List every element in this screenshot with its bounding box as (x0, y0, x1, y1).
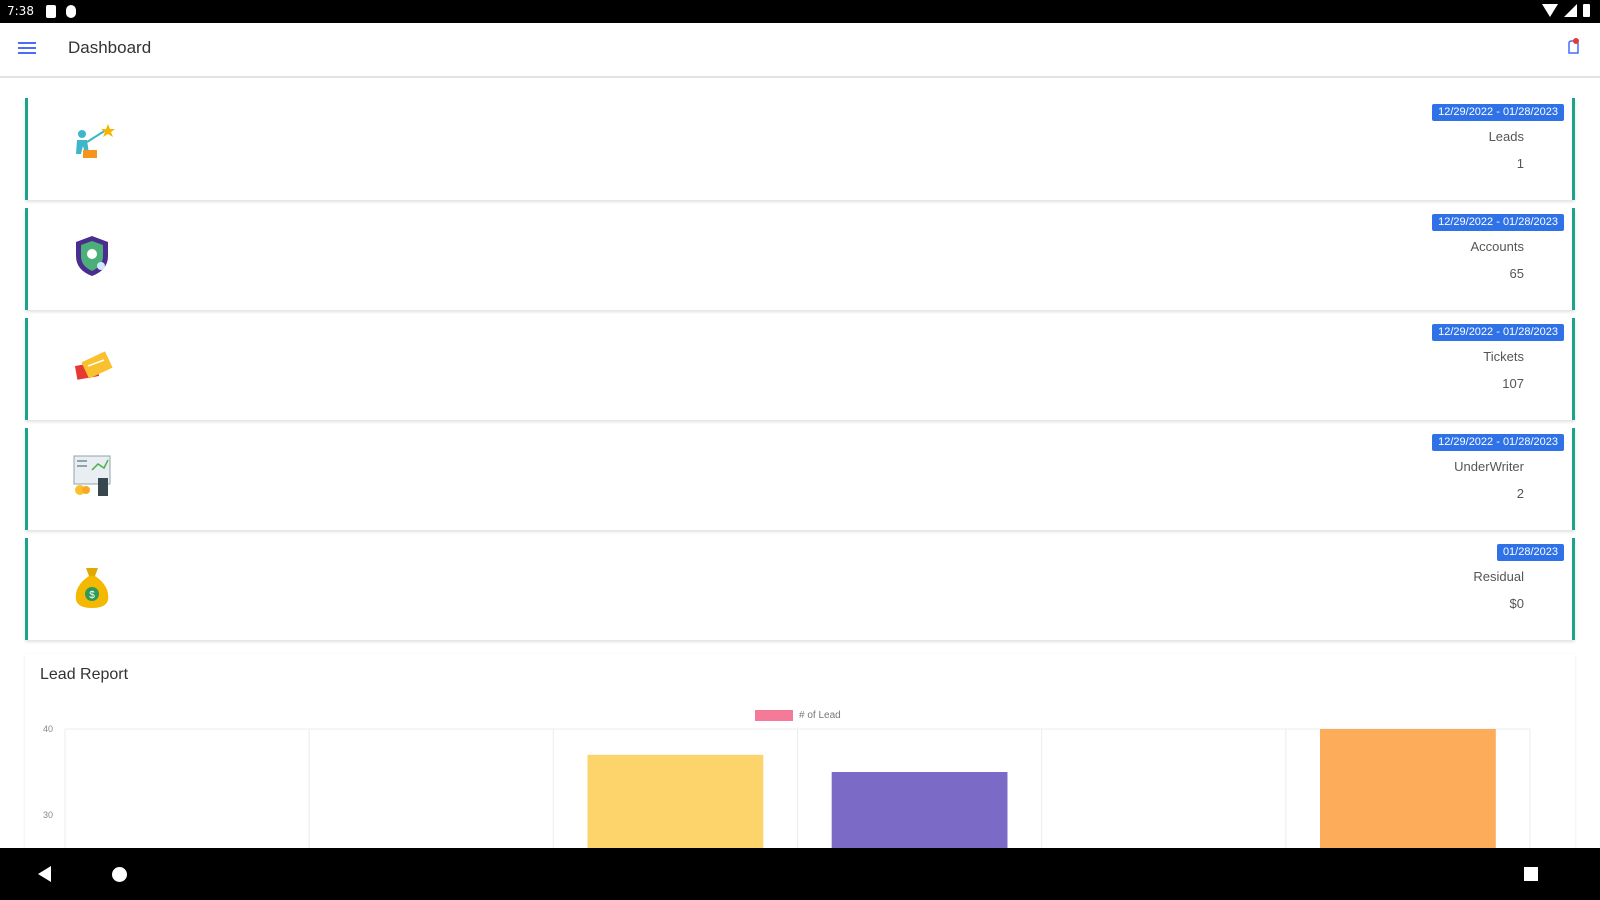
card-label: UnderWriter (1454, 459, 1524, 474)
svg-text:$: $ (89, 590, 95, 601)
recent-apps-icon[interactable] (1524, 867, 1538, 881)
card-tickets[interactable]: 12/29/2022 - 01/28/2023 Tickets 107 (25, 318, 1575, 420)
card-underwriter[interactable]: 12/29/2022 - 01/28/2023 UnderWriter 2 (25, 428, 1575, 530)
card-value: 2 (1516, 486, 1524, 501)
signal-icon (1564, 4, 1577, 17)
money-bag-icon: $ (75, 568, 109, 608)
notification-bell-icon[interactable] (1566, 37, 1580, 57)
card-value: 65 (1509, 266, 1524, 281)
card-label: Tickets (1483, 349, 1524, 364)
card-value: 107 (1502, 376, 1524, 391)
card-leads-info: 12/29/2022 - 01/28/2023 Leads 1 (1432, 102, 1564, 171)
menu-icon[interactable] (18, 42, 36, 56)
ticket-icon (74, 351, 113, 380)
card-underwriter-info: 12/29/2022 - 01/28/2023 UnderWriter 2 (1432, 432, 1564, 501)
y-tick-label: 40 (43, 724, 53, 734)
card-residual-info: 01/28/2023 Residual $0 (1473, 542, 1564, 611)
wifi-icon (1542, 4, 1558, 17)
date-range-badge: 12/29/2022 - 01/28/2023 (1432, 214, 1564, 231)
date-range-badge: 01/28/2023 (1496, 544, 1564, 561)
lead-report-chart: 40 30 (43, 724, 1531, 854)
card-leads[interactable]: 12/29/2022 - 01/28/2023 Leads 1 (25, 98, 1575, 200)
page-title: Dashboard (68, 38, 152, 57)
battery-icon (1583, 4, 1590, 17)
card-value: $0 (1509, 596, 1524, 611)
app-bar: Dashboard (0, 23, 1600, 78)
navigation-bar (0, 848, 1600, 900)
chart-bar[interactable] (831, 772, 1008, 854)
summary-cards: 12/29/2022 - 01/28/2023 Leads 1 12/29/20… (25, 98, 1575, 648)
card-label: Leads (1488, 129, 1524, 144)
card-tickets-info: 12/29/2022 - 01/28/2023 Tickets 107 (1432, 322, 1564, 391)
y-tick-label: 30 (43, 810, 53, 820)
status-time: 7:38 (7, 4, 34, 18)
date-range-badge: 12/29/2022 - 01/28/2023 (1432, 324, 1564, 341)
card-residual[interactable]: $ 01/28/2023 Residual $0 (25, 538, 1575, 640)
date-range-badge: 12/29/2022 - 01/28/2023 (1432, 434, 1564, 451)
card-value: 1 (1516, 156, 1524, 171)
home-icon[interactable] (112, 867, 127, 882)
chart-bar[interactable] (1320, 729, 1496, 854)
status-bar: 7:38 (0, 0, 1600, 23)
back-icon[interactable] (38, 866, 51, 882)
shield-account-icon (76, 236, 108, 276)
chart-bar[interactable] (587, 754, 764, 854)
status-indicators (1542, 4, 1590, 17)
lead-person-icon (76, 124, 115, 158)
notification-icon (66, 5, 76, 18)
card-accounts[interactable]: 12/29/2022 - 01/28/2023 Accounts 65 (25, 208, 1575, 310)
underwriter-calculator-icon (73, 455, 111, 496)
card-label: Accounts (1470, 239, 1524, 254)
report-title: Lead Report (40, 666, 129, 683)
date-range-badge: 12/29/2022 - 01/28/2023 (1432, 104, 1564, 121)
lead-report-panel: Lead Report # of Lead 40 30 (25, 654, 1575, 854)
card-accounts-info: 12/29/2022 - 01/28/2023 Accounts 65 (1432, 212, 1564, 281)
sim-card-icon (46, 5, 56, 18)
card-label: Residual (1473, 569, 1524, 584)
